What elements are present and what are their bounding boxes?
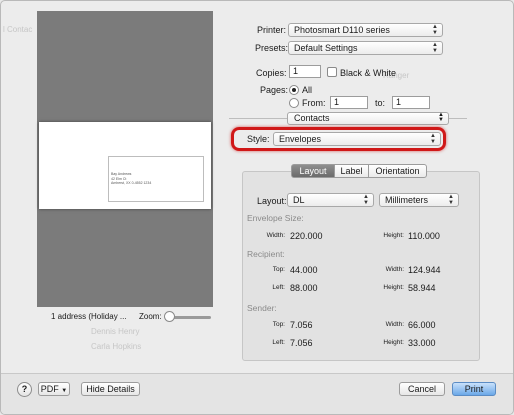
style-popup[interactable]: Envelopes ▲ ▼ (273, 132, 441, 146)
recipient-top-label: Top: (272, 266, 285, 273)
sender-left-label: Left: (272, 339, 285, 346)
print-sheet: l Contac Dennis Henry Carla Hopkins Rang… (0, 0, 514, 415)
pdf-label: PDF (40, 384, 59, 394)
recipient-left-value[interactable]: 88.000 (290, 283, 318, 293)
pages-from-field[interactable]: 1 (330, 96, 368, 109)
layout-label: Layout: (257, 196, 287, 206)
envelope-width-value[interactable]: 220.000 (290, 231, 323, 241)
sender-height-value[interactable]: 33.000 (408, 338, 436, 348)
pages-to-field[interactable]: 1 (392, 96, 430, 109)
recipient-width-label: Width: (385, 266, 404, 273)
selection-summary: 1 address (Holiday ... (51, 312, 127, 321)
zoom-label: Zoom: (139, 312, 162, 321)
printer-value: Photosmart D110 series (294, 25, 390, 35)
presets-value: Default Settings (294, 43, 358, 53)
zoom-slider-knob[interactable] (164, 311, 175, 322)
pages-from-radio[interactable] (289, 98, 299, 108)
sender-left-value[interactable]: 7.056 (290, 338, 313, 348)
background-contact: Carla Hopkins (91, 342, 142, 351)
recipient-height-label: Height: (383, 284, 404, 291)
updown-arrows-icon: ▲ ▼ (432, 42, 438, 54)
sender-top-label: Top: (272, 321, 285, 328)
print-button[interactable]: Print (452, 382, 496, 396)
envelope-height-label: Height: (383, 232, 404, 239)
envelope-height-value[interactable]: 110.000 (408, 231, 440, 241)
envelope-size-heading: Envelope Size: (247, 213, 304, 223)
copies-label: Copies: (256, 68, 287, 78)
updown-arrows-icon: ▲ ▼ (438, 112, 444, 123)
black-white-label: Black & White (340, 68, 397, 78)
envelope-size-value: DL (293, 195, 305, 205)
units-value: Millimeters (385, 195, 429, 205)
envelope-preview: Bay Andrews 42 Elm Ct Amherst, XX 0-4552… (39, 122, 211, 209)
section-value: Contacts (294, 113, 330, 123)
sender-height-label: Height: (383, 339, 404, 346)
sender-top-value[interactable]: 7.056 (290, 320, 313, 330)
cancel-button[interactable]: Cancel (399, 382, 445, 396)
sender-heading: Sender: (247, 303, 277, 313)
pdf-menu-button[interactable]: PDF ▼ (38, 382, 70, 396)
units-popup[interactable]: Millimeters ▲ ▼ (379, 193, 459, 207)
presets-label: Presets: (255, 43, 289, 53)
help-button[interactable]: ? (17, 382, 32, 397)
tab-label[interactable]: Label (334, 164, 369, 178)
recipient-left-label: Left: (272, 284, 285, 291)
hide-details-button[interactable]: Hide Details (81, 382, 140, 396)
sender-width-value[interactable]: 66.000 (408, 320, 436, 330)
presets-popup[interactable]: Default Settings ▲ ▼ (288, 41, 443, 55)
style-value: Envelopes (279, 134, 322, 144)
updown-arrows-icon: ▲ ▼ (432, 24, 438, 36)
address-line: Amherst, XX 0-4552 1234 (111, 181, 152, 185)
section-popup[interactable]: Contacts ▲ ▼ (287, 112, 449, 125)
printer-label: Printer: (257, 25, 287, 35)
pages-label: Pages: (260, 85, 289, 95)
envelope-address: Bay Andrews 42 Elm Ct Amherst, XX 0-4552… (111, 172, 151, 186)
updown-arrows-icon: ▲ ▼ (448, 194, 454, 206)
recipient-width-value[interactable]: 124.944 (408, 265, 441, 275)
style-label: Style: (247, 134, 270, 144)
chevron-down-icon: ▼ (61, 388, 68, 394)
background-text: l Contac (3, 25, 33, 34)
envelope-width-label: Width: (266, 232, 285, 239)
tab-layout[interactable]: Layout (291, 164, 335, 178)
sender-width-label: Width: (385, 321, 404, 328)
copies-field[interactable]: 1 (289, 65, 321, 78)
tab-orientation[interactable]: Orientation (368, 164, 427, 178)
envelope-size-popup[interactable]: DL ▲ ▼ (287, 193, 374, 207)
pages-all-radio[interactable] (289, 85, 299, 95)
pages-to-label: to: (375, 98, 386, 108)
pages-from-label: From: (302, 98, 326, 108)
updown-arrows-icon: ▲ ▼ (363, 194, 369, 206)
printer-popup[interactable]: Photosmart D110 series ▲ ▼ (288, 23, 443, 37)
recipient-height-value[interactable]: 58.944 (408, 283, 436, 293)
pages-all-label: All (302, 85, 313, 95)
recipient-heading: Recipient: (247, 249, 285, 259)
recipient-top-value[interactable]: 44.000 (290, 265, 318, 275)
background-contact: Dennis Henry (91, 327, 140, 336)
updown-arrows-icon: ▲ ▼ (430, 133, 436, 145)
black-white-checkbox[interactable] (327, 67, 337, 77)
